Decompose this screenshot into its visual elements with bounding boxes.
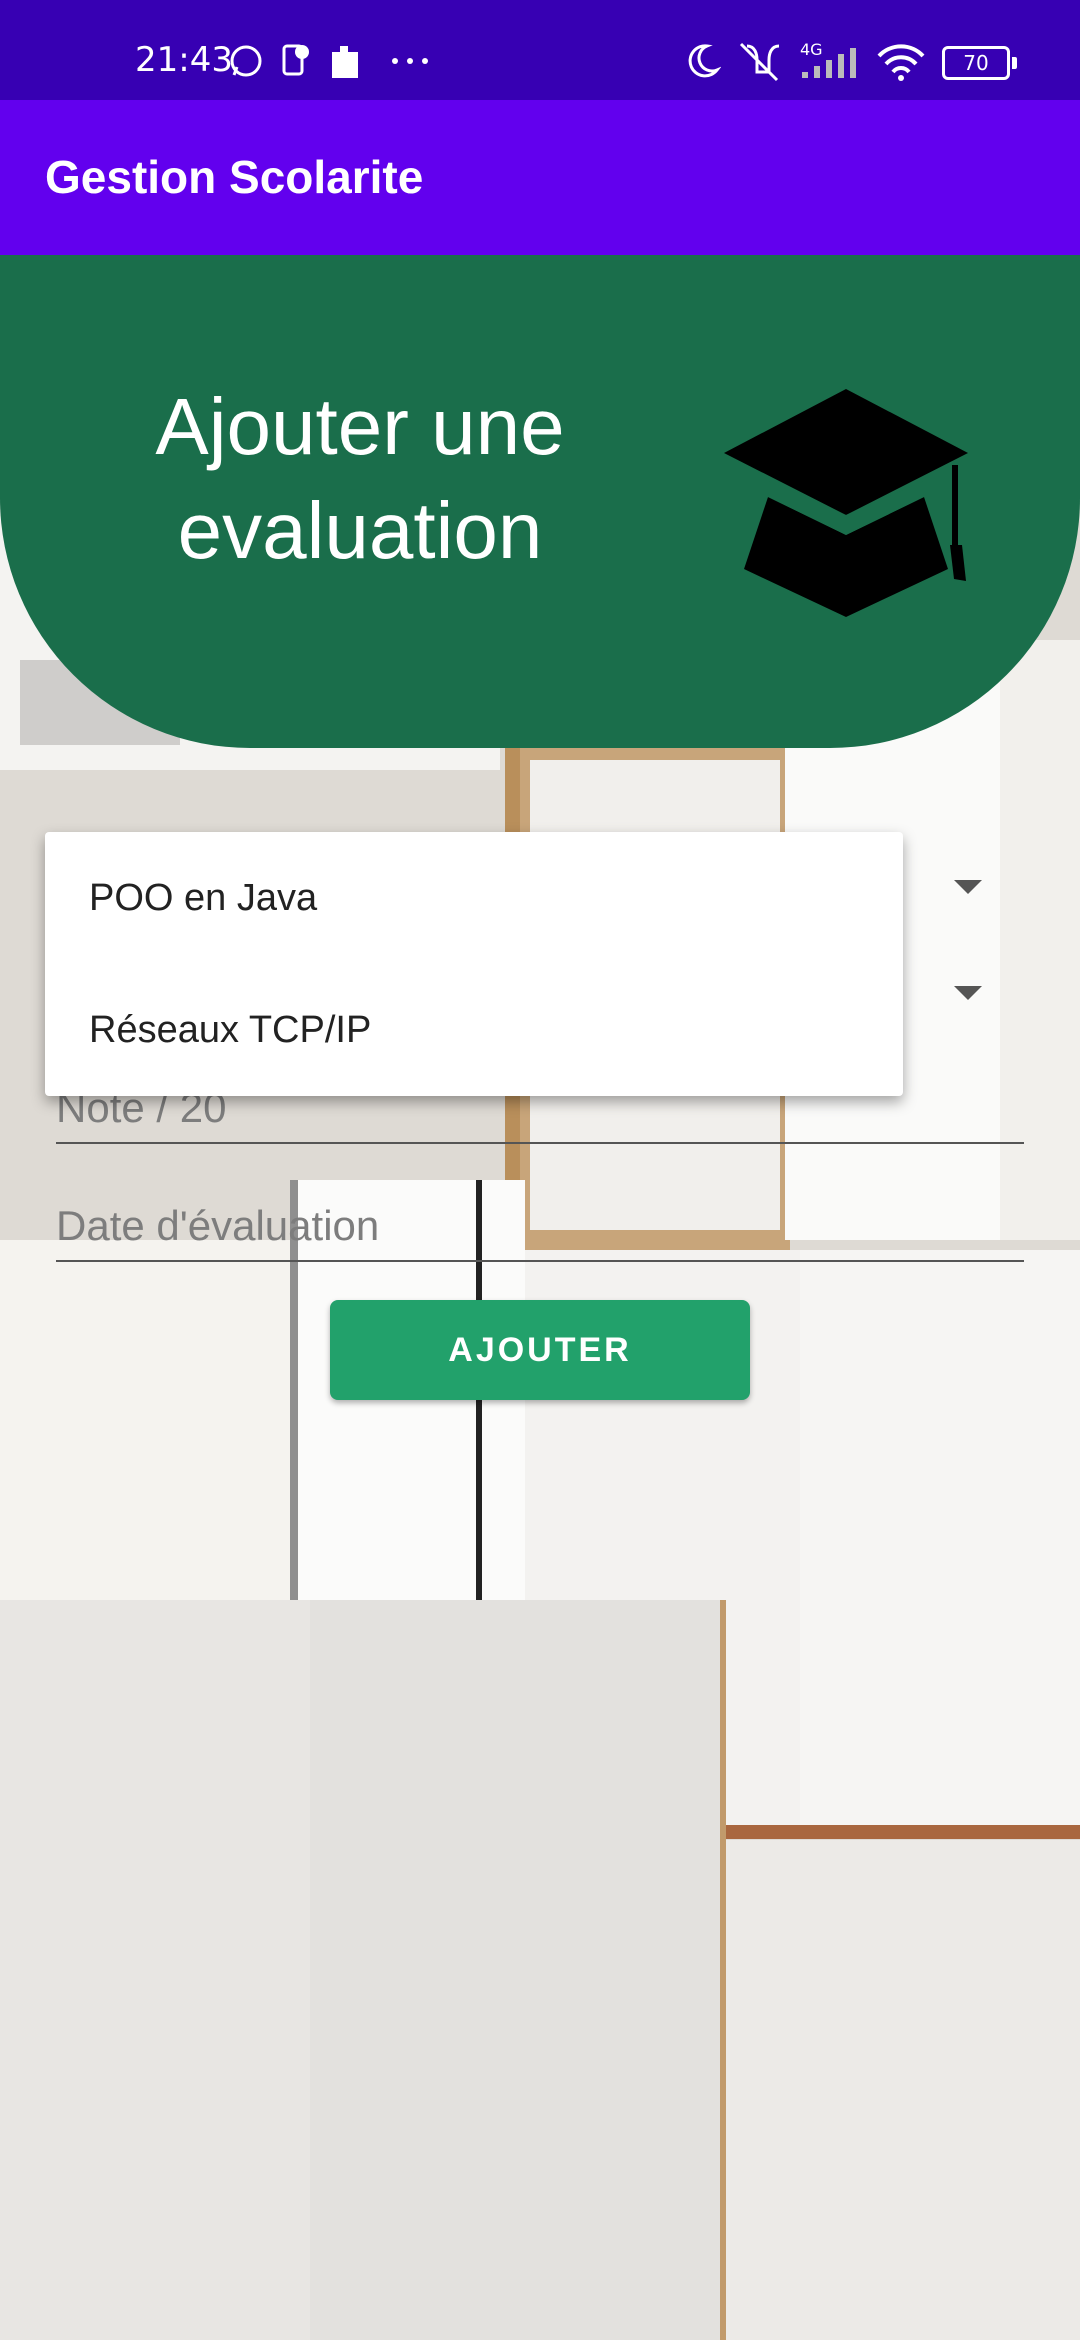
status-bar: 21:43 4G 70 — [0, 0, 1080, 100]
spinner-2-chevron-down-icon[interactable] — [954, 986, 982, 1000]
dropdown-option-label: POO en Java — [89, 877, 318, 919]
app-title: Gestion Scolarite — [45, 151, 424, 203]
heading-line-1: Ajouter une — [155, 382, 565, 471]
app-bar: Gestion Scolarite — [0, 100, 1080, 255]
dropdown-option[interactable]: POO en Java — [45, 832, 903, 964]
dropdown-option[interactable]: Réseaux TCP/IP — [45, 964, 903, 1096]
puzzle-icon — [332, 46, 358, 78]
status-time: 21:43 — [135, 40, 233, 80]
header-card: Ajouter une evaluation — [0, 255, 1080, 748]
signal-icon — [802, 48, 856, 78]
graduation-cap-icon — [724, 389, 968, 617]
ajouter-button[interactable]: AJOUTER — [330, 1300, 750, 1400]
vibrate-off-icon — [739, 42, 780, 82]
battery-icon: 70 — [942, 46, 1017, 80]
spinner-1-chevron-down-icon[interactable] — [954, 880, 982, 894]
battery-level: 70 — [963, 51, 989, 75]
moon-icon — [688, 44, 721, 78]
whatsapp-icon — [230, 45, 262, 77]
date-input[interactable]: Date d'évaluation — [56, 1184, 1024, 1262]
page-heading: Ajouter une evaluation — [90, 375, 630, 583]
wifi-icon — [877, 44, 925, 81]
spinner-dropdown-popup: POO en Java Réseaux TCP/IP — [45, 832, 903, 1096]
more-dots-icon — [392, 58, 428, 64]
date-placeholder: Date d'évaluation — [56, 1202, 380, 1249]
notification-icon — [282, 44, 309, 76]
dropdown-option-label: Réseaux TCP/IP — [89, 1009, 372, 1051]
heading-line-2: evaluation — [177, 486, 543, 575]
